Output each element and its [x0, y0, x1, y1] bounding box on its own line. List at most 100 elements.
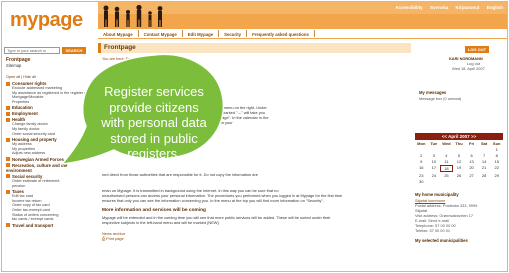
top-link-accessibility[interactable]: Accessibility: [395, 5, 423, 10]
cal-month: April: [448, 134, 459, 139]
nav-faq[interactable]: Frequently asked questions: [247, 30, 315, 37]
cal-empty-cell: [415, 147, 428, 152]
menu-subitem[interactable]: pension: [6, 184, 92, 189]
cal-date[interactable]: 7: [478, 153, 491, 158]
cal-date[interactable]: 12: [453, 159, 466, 164]
cal-date[interactable]: 4: [440, 153, 453, 158]
page-frame: mypage Accessibility Svenska Kirjautunut…: [1, 1, 508, 272]
cal-empty-cell: [453, 179, 466, 184]
message-box-link[interactable]: Message box (0 unread): [419, 96, 461, 101]
nav-contact[interactable]: Contact Mypage: [139, 30, 183, 37]
cal-date[interactable]: 10: [428, 159, 441, 164]
nav-edit[interactable]: Edit Mypage: [183, 30, 220, 37]
cal-date[interactable]: 13: [465, 159, 478, 164]
calendar-grid: Mon Tue Wed Thu Fri Sat Sun 1 2 3 4 5 6 7 8 9 10 11 12 13 14…: [415, 141, 503, 184]
cal-date[interactable]: 18: [440, 165, 453, 172]
cal-next-button[interactable]: >>: [471, 134, 476, 139]
cal-prev-button[interactable]: <<: [442, 134, 447, 139]
cal-empty-cell: [465, 147, 478, 152]
callout-line-4: stored in public: [110, 130, 198, 146]
menu-subitem[interactable]: Order social security card: [6, 132, 92, 137]
cal-date[interactable]: 19: [453, 165, 466, 172]
breadcrumb[interactable]: You are here: Frontpage: [102, 57, 143, 61]
more-info-text-b: respective subjects in the left-hand men…: [102, 220, 220, 225]
logout-button[interactable]: LOG OUT: [465, 46, 489, 53]
cal-date[interactable]: 30: [415, 179, 428, 184]
cal-date[interactable]: 28: [478, 173, 491, 178]
callout-line-2: provide citizens: [109, 99, 199, 115]
menu-subitem[interactable]: Properties: [6, 100, 92, 105]
top-link-svenska[interactable]: Svenska: [430, 5, 448, 10]
menu-subitem[interactable]: Adjust new address: [6, 151, 92, 156]
callout-text: Register services provide citizens with …: [95, 84, 213, 162]
cal-empty-cell: [440, 179, 453, 184]
cal-date[interactable]: 27: [465, 173, 478, 178]
nav-about[interactable]: About Mypage: [98, 30, 139, 37]
cal-date[interactable]: 2: [415, 153, 428, 158]
cal-date[interactable]: 25: [440, 173, 453, 178]
cal-date[interactable]: 5: [453, 153, 466, 158]
cal-empty-cell: [453, 147, 466, 152]
cal-date[interactable]: 3: [428, 153, 441, 158]
cal-empty-cell: [478, 147, 491, 152]
menu-category[interactable]: Norwegian Armed Forces: [6, 157, 92, 162]
callout-line-1: Register services: [104, 84, 204, 99]
callout-line-5: registers.: [127, 146, 181, 162]
cal-empty-cell: [428, 147, 441, 152]
more-info-heading: More information and services will be co…: [102, 208, 206, 213]
cal-date[interactable]: 29: [490, 173, 503, 178]
content-title-bar: [98, 43, 411, 53]
top-links: Accessibility Svenska Kirjautunut Englis…: [389, 5, 503, 10]
cal-date[interactable]: 8: [490, 153, 503, 158]
mypage-logo[interactable]: mypage: [10, 9, 83, 32]
cal-empty-cell: [465, 179, 478, 184]
cal-date[interactable]: 20: [465, 165, 478, 172]
menu-category[interactable]: Education: [6, 105, 92, 110]
cal-date[interactable]: 14: [478, 159, 491, 164]
nav-security[interactable]: Security: [219, 30, 248, 37]
cal-date[interactable]: 15: [490, 159, 503, 164]
top-link-english[interactable]: English: [487, 5, 503, 10]
cal-date[interactable]: 23: [415, 173, 428, 178]
cal-date[interactable]: 16: [415, 165, 428, 172]
calendar: << April 2007 >> Mon Tue Wed Thu Fri Sat Sun 1 2…: [415, 133, 503, 185]
cal-date[interactable]: 24: [428, 173, 441, 178]
cal-day-name: Thu: [455, 141, 463, 146]
cal-date[interactable]: 1: [490, 147, 503, 152]
selected-municipalities-heading[interactable]: My selected municipalities: [415, 238, 468, 243]
cal-date[interactable]: 26: [453, 173, 466, 178]
top-link-logged-in[interactable]: Kirjautunut: [455, 5, 479, 10]
search-input[interactable]: Type in your search w: [4, 47, 60, 54]
header: mypage Accessibility Svenska Kirjautunut…: [2, 2, 507, 32]
security-text-c: ensures that only you can see the inform…: [102, 198, 324, 203]
menu-category[interactable]: Employment: [6, 111, 92, 116]
cal-date[interactable]: 21: [478, 165, 491, 172]
sitemap-link[interactable]: Sitemap: [6, 63, 21, 68]
intro-text-3: ned direct from those authorities that a…: [102, 172, 258, 177]
menu-category[interactable]: Recreation, culture and the environment: [6, 163, 92, 173]
cal-empty-cell: [478, 179, 491, 184]
open-hide-all[interactable]: Open all | Hide all: [6, 75, 36, 79]
cal-date[interactable]: 9: [415, 159, 428, 164]
cal-empty-cell: [440, 147, 453, 152]
cal-date[interactable]: 17: [428, 165, 441, 172]
printer-icon[interactable]: ⎙: [102, 236, 105, 241]
menu-category[interactable]: Travel and transport: [6, 223, 92, 228]
home-municipality-heading: My home municipality: [415, 192, 459, 197]
current-date: Wed 18. April 2007: [452, 66, 485, 71]
search-button[interactable]: SEARCH: [62, 47, 86, 54]
cal-day-name: Mon: [417, 141, 426, 146]
messages-heading[interactable]: My messages: [419, 90, 446, 95]
people-silhouette-graphic: [103, 4, 163, 27]
left-menu: Consumer rights Exclude addressed marketi…: [6, 80, 92, 228]
cal-day-name: Wed: [442, 141, 451, 146]
menu-subitem[interactable]: tax cards / exempt cards: [6, 217, 92, 222]
cal-date[interactable]: 11: [440, 159, 453, 164]
print-page-link[interactable]: Print page: [106, 236, 412, 241]
cal-date[interactable]: 22: [490, 165, 503, 172]
calendar-header: << April 2007 >>: [415, 133, 503, 140]
cal-day-name: Fri: [469, 141, 475, 146]
callout-line-3: with personal data: [101, 115, 207, 131]
cal-date[interactable]: 6: [465, 153, 478, 158]
cal-year: 2007: [459, 134, 470, 139]
